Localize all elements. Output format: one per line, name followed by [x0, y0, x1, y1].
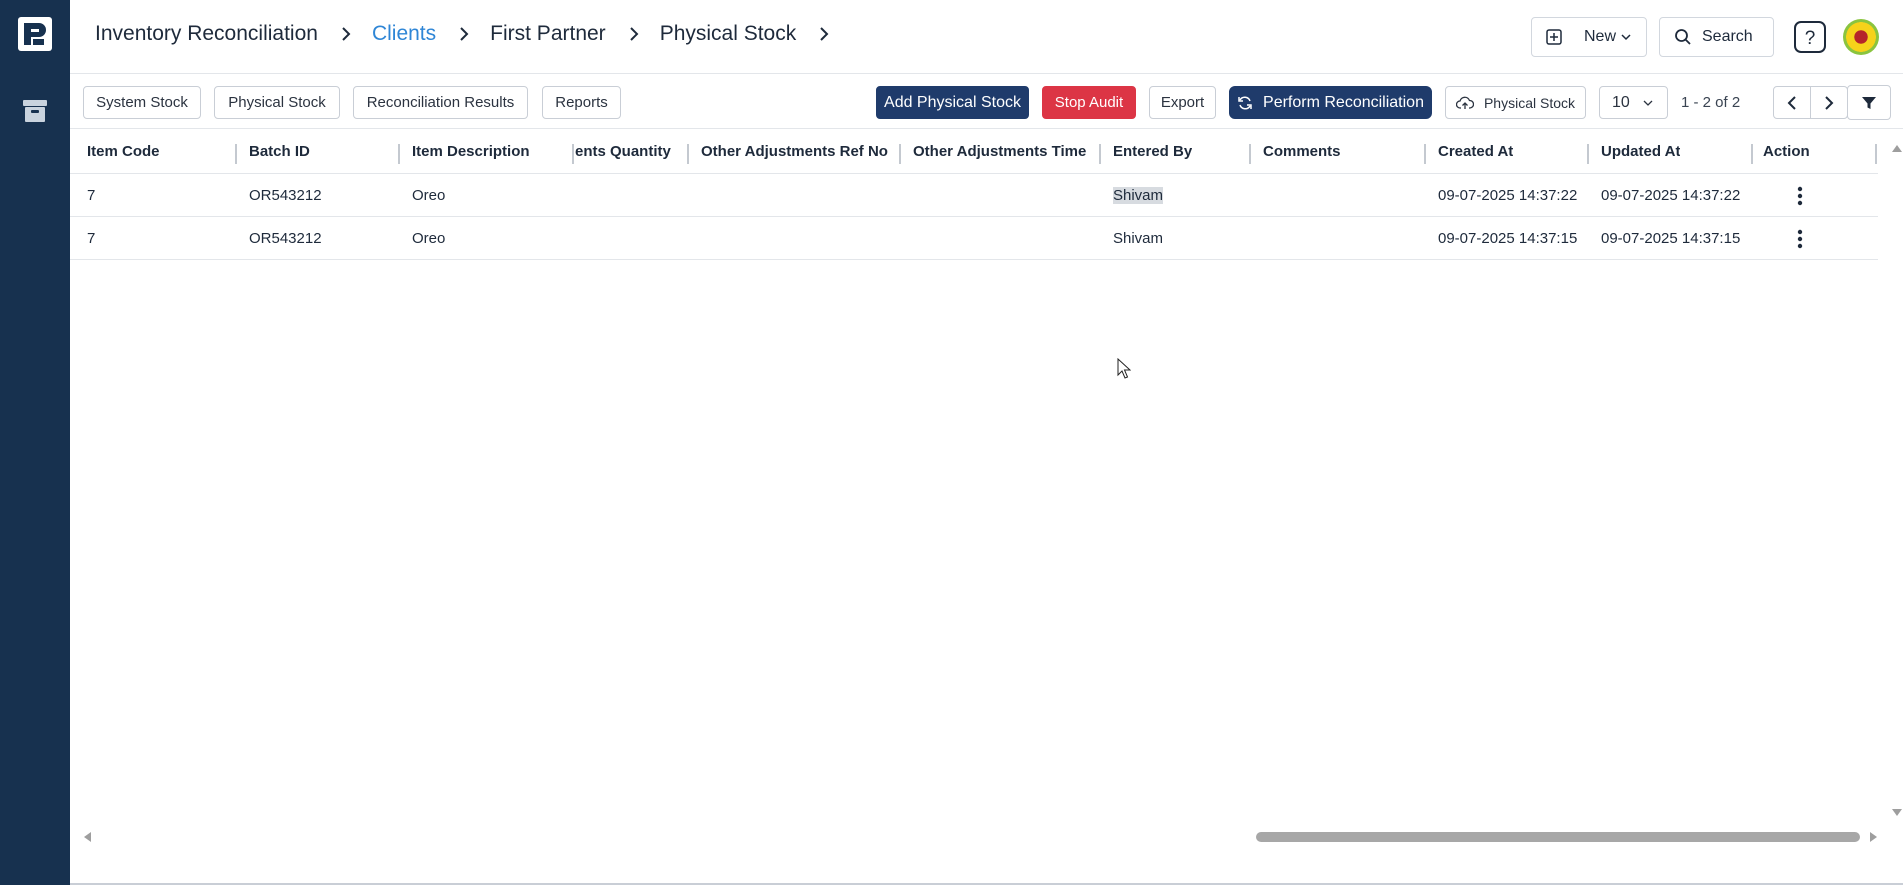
upload-physical-stock-label: Physical Stock: [1483, 94, 1576, 111]
previous-page-button[interactable]: [1773, 86, 1811, 119]
cloud-upload-icon: [1455, 96, 1474, 110]
export-button[interactable]: Export: [1149, 86, 1216, 119]
scroll-right-arrow-icon[interactable]: [1869, 831, 1879, 843]
column-header-batch-id[interactable]: Batch ID: [249, 130, 310, 174]
perform-reconciliation-label: Perform Reconciliation: [1263, 93, 1424, 111]
breadcrumb: Inventory Reconciliation Clients First P…: [95, 22, 850, 46]
archive-icon[interactable]: [22, 98, 48, 124]
cell-created-at: 09-07-2025 14:37:15: [1438, 230, 1578, 247]
column-resize-handle[interactable]: [687, 144, 689, 164]
app-logo[interactable]: [17, 16, 53, 52]
search-icon: [1675, 29, 1691, 45]
column-resize-handle[interactable]: [1099, 144, 1101, 164]
tab-system-stock[interactable]: System Stock: [83, 86, 201, 119]
next-page-button[interactable]: [1810, 86, 1848, 119]
column-header-adjustments-quantity[interactable]: ents Quantity: [575, 130, 671, 174]
cell-updated-at: 09-07-2025 14:37:15: [1601, 230, 1741, 247]
breadcrumb-first-partner[interactable]: First Partner: [490, 22, 606, 46]
horizontal-scrollbar-thumb[interactable]: [1256, 832, 1860, 842]
column-resize-handle[interactable]: [1875, 144, 1877, 164]
chevron-down-icon: [1621, 34, 1631, 41]
new-button[interactable]: New: [1531, 17, 1647, 57]
column-resize-handle[interactable]: [899, 144, 901, 164]
cell-updated-at: 09-07-2025 14:37:22: [1601, 187, 1741, 204]
cell-batch-id: OR543212: [249, 230, 322, 247]
column-resize-handle[interactable]: [1249, 144, 1251, 164]
column-resize-handle[interactable]: [398, 144, 400, 164]
chevron-down-icon: [1643, 100, 1653, 106]
column-resize-handle[interactable]: [572, 144, 574, 164]
svg-text:?: ?: [1805, 28, 1816, 49]
column-header-updated-at[interactable]: Updated At: [1601, 130, 1680, 174]
column-resize-handle[interactable]: [235, 144, 237, 164]
scroll-left-arrow-icon[interactable]: [82, 831, 92, 843]
scroll-down-arrow-icon[interactable]: [1891, 808, 1903, 818]
chevron-right-icon[interactable]: [816, 26, 832, 42]
data-table: Item Code Batch ID Item Description ents…: [70, 130, 1878, 820]
column-header-created-at[interactable]: Created At: [1438, 130, 1513, 174]
table-row[interactable]: 7 OR543212 Oreo Shivam 09-07-2025 14:37:…: [70, 175, 1878, 217]
sidebar: [0, 0, 70, 885]
column-resize-handle[interactable]: [1587, 144, 1589, 164]
tab-physical-stock[interactable]: Physical Stock: [214, 86, 340, 119]
perform-reconciliation-button[interactable]: Perform Reconciliation: [1229, 86, 1432, 119]
mouse-pointer-icon: [1117, 358, 1131, 379]
column-resize-handle[interactable]: [1751, 144, 1753, 164]
column-header-item-description[interactable]: Item Description: [412, 130, 530, 174]
cell-entered-by: Shivam: [1113, 175, 1164, 217]
top-header: Inventory Reconciliation Clients First P…: [70, 0, 1903, 74]
cell-item-code: 7: [87, 230, 96, 247]
column-header-other-adjustments-time[interactable]: Other Adjustments Time: [913, 130, 1086, 174]
cell-batch-id: OR543212: [249, 187, 322, 204]
breadcrumb-inventory-reconciliation[interactable]: Inventory Reconciliation: [95, 22, 318, 46]
chevron-right-icon: [342, 27, 351, 41]
page-size-value: 10: [1612, 93, 1630, 111]
table-row[interactable]: 7 OR543212 Oreo Shivam 09-07-2025 14:37:…: [70, 218, 1878, 260]
column-header-other-adjustments-ref-no[interactable]: Other Adjustments Ref No: [701, 130, 888, 174]
cell-item-code: 7: [87, 187, 96, 204]
refresh-icon: [1237, 95, 1253, 111]
scroll-up-arrow-icon[interactable]: [1891, 143, 1903, 153]
breadcrumb-physical-stock[interactable]: Physical Stock: [660, 22, 797, 46]
cell-entered-by: Shivam: [1113, 230, 1164, 247]
chevron-left-icon: [1787, 95, 1796, 110]
upload-physical-stock-button[interactable]: Physical Stock: [1445, 86, 1586, 119]
row-actions-kebab-icon[interactable]: [1790, 185, 1810, 207]
row-actions-kebab-icon[interactable]: [1790, 228, 1810, 250]
tab-reconciliation-results[interactable]: Reconciliation Results: [353, 86, 528, 119]
tab-reports[interactable]: Reports: [542, 86, 621, 119]
cell-created-at: 09-07-2025 14:37:22: [1438, 187, 1578, 204]
entered-by-text: Shivam: [1113, 187, 1164, 204]
chevron-right-icon: [1825, 95, 1834, 110]
column-header-entered-by[interactable]: Entered By: [1113, 130, 1192, 174]
toolbar: System Stock Physical Stock Reconciliati…: [70, 75, 1903, 129]
cell-description: Oreo: [412, 230, 446, 247]
help-icon[interactable]: ?: [1793, 20, 1827, 54]
chevron-right-icon: [629, 27, 639, 41]
filter-icon: [1862, 96, 1876, 109]
search-button[interactable]: Search: [1659, 17, 1774, 57]
avatar[interactable]: [1843, 19, 1879, 55]
new-label: New: [1584, 28, 1617, 45]
column-resize-handle[interactable]: [1424, 144, 1426, 164]
page-size-select[interactable]: 10: [1599, 86, 1668, 119]
cell-description: Oreo: [412, 187, 446, 204]
add-physical-stock-button[interactable]: Add Physical Stock: [876, 86, 1029, 119]
column-header-action: Action: [1763, 143, 1810, 160]
column-header-item-code[interactable]: Item Code: [87, 130, 160, 174]
stop-audit-button[interactable]: Stop Audit: [1042, 86, 1136, 119]
chevron-right-icon: [460, 27, 469, 41]
table-header: Item Code Batch ID Item Description ents…: [70, 130, 1878, 174]
pagination-info: 1 - 2 of 2: [1681, 94, 1741, 111]
plus-square-icon: [1546, 29, 1562, 45]
column-header-comments[interactable]: Comments: [1263, 130, 1341, 174]
filter-button[interactable]: [1847, 85, 1891, 120]
breadcrumb-clients[interactable]: Clients: [372, 22, 436, 46]
search-label: Search: [1702, 28, 1753, 45]
